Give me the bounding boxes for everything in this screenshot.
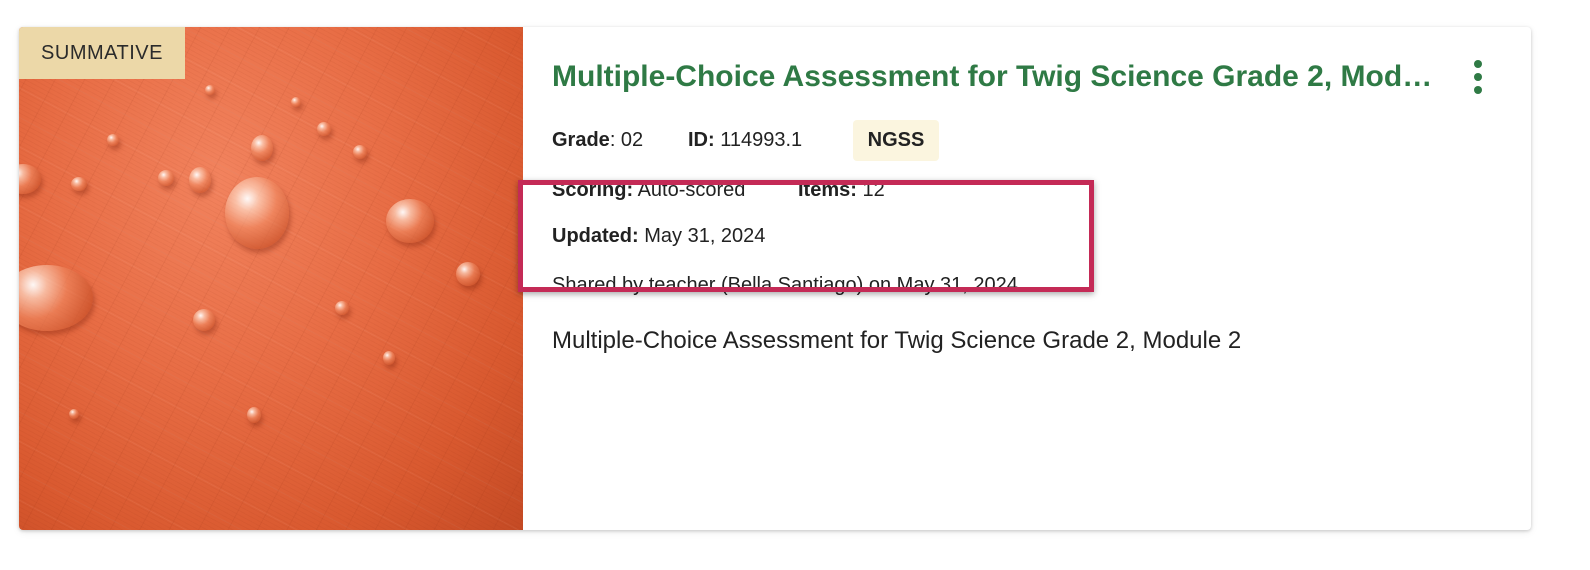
water-drop (205, 85, 215, 95)
water-drop (456, 262, 480, 286)
highlight-box (518, 180, 1094, 292)
water-drop (383, 351, 395, 365)
grade-label: Grade (552, 129, 610, 151)
water-drop (19, 164, 41, 194)
assessment-description: Multiple-Choice Assessment for Twig Scie… (552, 327, 1242, 354)
assessment-type-badge: SUMMATIVE (19, 27, 185, 79)
water-drop (71, 177, 87, 191)
menu-dot (1474, 73, 1482, 81)
id-value: 114993.1 (714, 129, 803, 151)
water-drop (19, 265, 93, 331)
menu-dot (1474, 60, 1482, 68)
grade-value: : 02 (609, 129, 644, 151)
water-drop (158, 170, 174, 186)
water-drop (353, 145, 367, 159)
id-info: ID: 114993.1 (688, 127, 802, 153)
water-drop (69, 409, 79, 419)
water-drop (251, 135, 273, 161)
water-drop (386, 199, 434, 243)
water-drop (225, 177, 289, 249)
menu-dot (1474, 86, 1482, 94)
water-drop (247, 407, 261, 423)
ngss-tag: NGSS (853, 120, 939, 161)
water-drop (193, 309, 215, 331)
more-options-icon[interactable] (1465, 57, 1491, 97)
water-drop (107, 134, 119, 146)
grade-info: Grade: 02 (552, 127, 643, 153)
id-label: ID: (688, 129, 715, 151)
assessment-title[interactable]: Multiple-Choice Assessment for Twig Scie… (552, 57, 1442, 97)
water-drop (335, 301, 349, 315)
water-drop (317, 122, 331, 136)
assessment-thumbnail-image: SUMMATIVE (19, 27, 523, 530)
water-drop (189, 167, 211, 193)
water-drop (291, 97, 301, 107)
